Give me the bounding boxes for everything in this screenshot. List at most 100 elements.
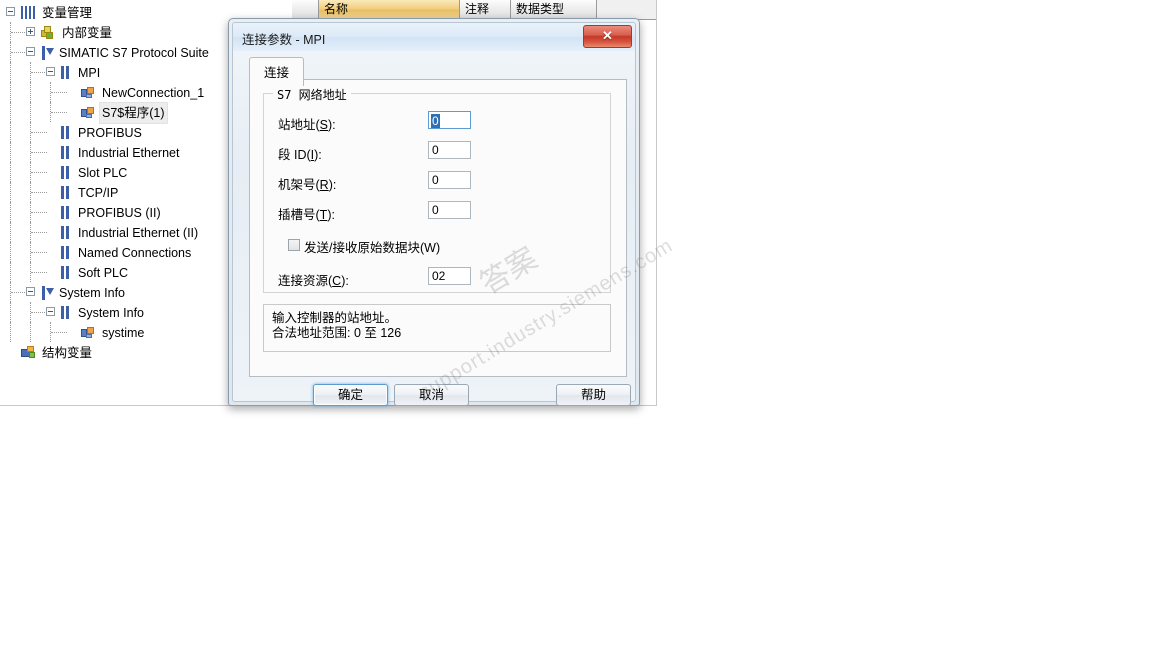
tree-guide-line: [51, 92, 67, 93]
tree-guide-line: [31, 212, 47, 213]
input-rack-number[interactable]: 0: [428, 171, 471, 189]
tree-guide-line: [31, 232, 47, 233]
tree-item-label: systime: [102, 325, 145, 340]
field-row-slot-number: 插槽号(T): 0: [278, 201, 598, 223]
tree-guide-line: [10, 142, 11, 162]
tree-guide-line: [30, 102, 31, 122]
tree-expander-expand[interactable]: [26, 27, 35, 36]
dialog-titlebar[interactable]: 连接参数 - MPI ✕: [233, 23, 635, 51]
tree-item-label: TCP/IP: [78, 185, 119, 200]
tree-guide-line: [30, 82, 31, 102]
tree-guide-line: [10, 242, 11, 262]
mnemonic-c: C: [332, 274, 342, 288]
tree-expander-collapse[interactable]: [46, 67, 55, 76]
tree-item-label: SIMATIC S7 Protocol Suite: [59, 45, 209, 60]
field-row-segment-id: 段 ID(I): 0: [278, 141, 598, 163]
hint-box: 输入控制器的站地址。 合法地址范围: 0 至 126: [263, 304, 611, 352]
tree-guide-line: [31, 132, 47, 133]
plug-icon: [81, 86, 95, 99]
tree-item-label: 变量管理: [42, 5, 93, 20]
column-header-spacer: [292, 0, 319, 19]
close-glyph: ✕: [602, 28, 613, 43]
tree-guide-line: [10, 182, 11, 202]
checkbox-raw-data-block[interactable]: [288, 239, 300, 251]
tree-guide-line: [10, 322, 11, 342]
cube-icon: [41, 26, 55, 40]
plug-icon: [81, 107, 95, 119]
tree-guide-line: [10, 262, 11, 282]
label-station-address: 站地址(S):: [278, 118, 336, 132]
dialog-inner-frame: 连接参数 - MPI ✕ 连接 S7 网络地址 站地址(S): 0 段 ID(I: [232, 22, 636, 406]
tree-item-label: PROFIBUS (II): [78, 205, 161, 220]
bars2-icon: [61, 206, 71, 220]
groupbox-legend: S7 网络地址: [273, 86, 351, 103]
tree-expander-collapse[interactable]: [26, 47, 35, 56]
tree-guide-line: [51, 112, 67, 113]
tree-guide-line: [10, 222, 11, 242]
plug-icon: [81, 326, 95, 339]
tree-guide-line: [11, 32, 27, 33]
tree-guide-line: [10, 62, 11, 82]
tree-guide-line: [31, 312, 47, 313]
input-slot-number[interactable]: 0: [428, 201, 471, 219]
column-header-name[interactable]: 名称: [319, 0, 460, 19]
connection-parameters-dialog: 连接参数 - MPI ✕ 连接 S7 网络地址 站地址(S): 0 段 ID(I: [228, 18, 640, 406]
field-row-station-address: 站地址(S): 0: [278, 111, 598, 133]
help-button[interactable]: 帮助: [556, 384, 631, 406]
column-header-comment[interactable]: 注释: [460, 0, 511, 19]
tree-guide-line: [10, 302, 11, 322]
tab-connection[interactable]: 连接: [249, 57, 305, 86]
bars2-icon: [61, 166, 71, 180]
dialog-title: 连接参数 - MPI: [242, 33, 326, 47]
tree-guide-line: [10, 162, 11, 182]
bars2-icon: [61, 186, 71, 200]
tree-item-label: 结构变量: [42, 345, 93, 360]
label-rack-number: 机架号(R):: [278, 178, 337, 192]
mnemonic-w: W: [424, 241, 436, 255]
bars2-icon: [61, 266, 71, 280]
tree-item-label: Soft PLC: [78, 265, 129, 280]
input-segment-id[interactable]: 0: [428, 141, 471, 159]
tree-guide-line: [31, 272, 47, 273]
bars2-icon: [61, 226, 71, 240]
tree-item-label: Slot PLC: [78, 165, 128, 180]
tree-guide-line: [31, 72, 47, 73]
tree-guide-line: [10, 202, 11, 222]
column-header-datatype[interactable]: 数据类型: [511, 0, 597, 19]
cancel-button[interactable]: 取消: [394, 384, 469, 406]
input-station-address[interactable]: 0: [428, 111, 471, 129]
tab-panel-connection: S7 网络地址 站地址(S): 0 段 ID(I): 0 机架号(R): 0 插…: [249, 79, 627, 377]
bars2-icon: [61, 126, 71, 140]
tree-guide-line: [11, 52, 27, 53]
tree-expander-collapse[interactable]: [46, 307, 55, 316]
close-icon[interactable]: ✕: [583, 25, 632, 48]
bars2-icon: [61, 306, 71, 320]
tree-guide-line: [10, 102, 11, 122]
tree-guide-line: [31, 252, 47, 253]
tree-item-label: 内部变量: [62, 25, 113, 40]
tree-item-label: S7$程序(1): [99, 102, 168, 124]
bars4-icon: [21, 6, 35, 20]
tree-item-label: System Info: [78, 305, 144, 320]
ok-button[interactable]: 确定: [313, 384, 388, 406]
network-address-groupbox: S7 网络地址 站地址(S): 0 段 ID(I): 0 机架号(R): 0 插…: [263, 86, 611, 293]
label-segment-id: 段 ID(I):: [278, 148, 322, 162]
tree-item-label: Named Connections: [78, 245, 192, 260]
input-connection-resource[interactable]: 02: [428, 267, 471, 285]
hint-line-1: 输入控制器的站地址。: [272, 311, 398, 325]
table-column-header: 名称 注释 数据类型: [292, 0, 656, 20]
tree-item-label: System Info: [59, 285, 125, 300]
mnemonic-s: S: [319, 118, 329, 132]
tree-item-label: MPI: [78, 65, 101, 80]
tree-expander-collapse[interactable]: [26, 287, 35, 296]
field-row-rack-number: 机架号(R): 0: [278, 171, 598, 193]
tree-guide-line: [30, 322, 31, 342]
label-connection-resource: 连接资源(C):: [278, 274, 349, 288]
bars2-icon: [61, 66, 71, 80]
tree-expander-collapse[interactable]: [6, 7, 15, 16]
tree-guide-line: [31, 172, 47, 173]
label-raw-data-block: 发送/接收原始数据块(W): [304, 241, 441, 255]
tree-guide-line: [11, 292, 27, 293]
tree-item-label: Industrial Ethernet: [78, 145, 180, 160]
tree-item-label: Industrial Ethernet (II): [78, 225, 199, 240]
